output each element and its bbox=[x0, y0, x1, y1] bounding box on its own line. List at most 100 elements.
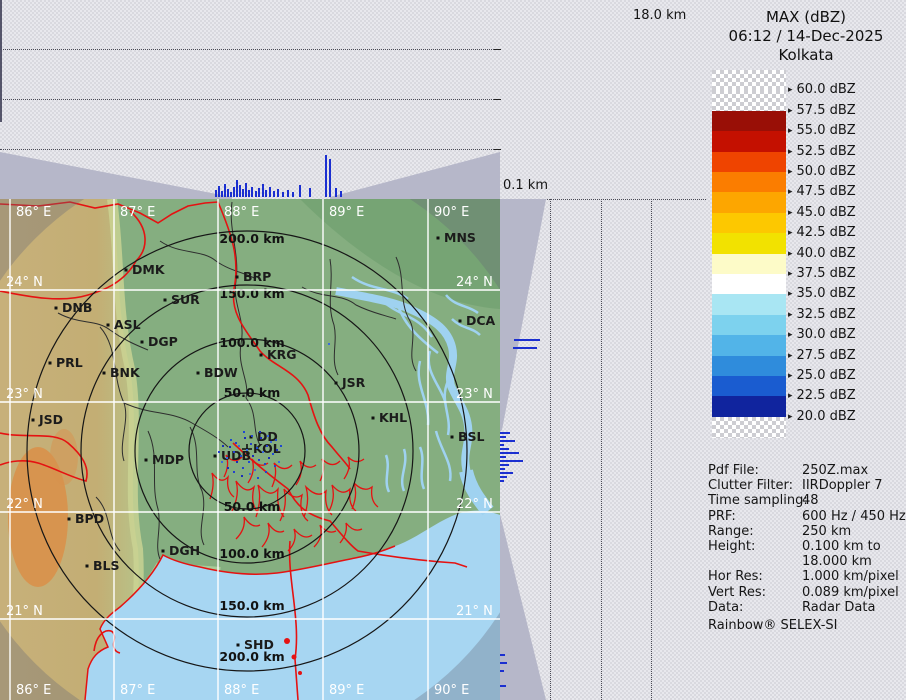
lon-label-bottom: 90° E bbox=[434, 683, 469, 698]
city-label: MNS bbox=[444, 230, 476, 245]
dbz-band bbox=[712, 335, 786, 356]
lat-label-left: 23° N bbox=[6, 387, 43, 402]
echo-dot bbox=[272, 453, 274, 455]
echo-dot bbox=[226, 457, 228, 459]
echo-dot bbox=[268, 457, 270, 459]
level-arrow-icon: ▸ bbox=[788, 269, 793, 279]
echo-dot bbox=[243, 431, 245, 433]
range-ring-label: 100.0 km bbox=[219, 546, 284, 561]
echo-dot bbox=[275, 439, 277, 441]
city-dot bbox=[141, 341, 144, 344]
city-dot bbox=[451, 436, 454, 439]
dbz-band bbox=[712, 294, 786, 315]
echo-dot bbox=[222, 445, 224, 447]
level-arrow-icon: ▸ bbox=[788, 85, 793, 95]
window-edge-artifact bbox=[0, 0, 2, 122]
city-label: BDW bbox=[204, 365, 238, 380]
dbz-band bbox=[712, 376, 786, 397]
software-brand: Rainbow® SELEX-SI bbox=[708, 618, 838, 633]
dbz-level-label: ▸60.0 dBZ bbox=[788, 82, 856, 97]
echo-dot bbox=[257, 477, 259, 479]
side-height-profile-panel bbox=[500, 199, 706, 700]
level-arrow-icon: ▸ bbox=[788, 289, 793, 299]
echo-dot bbox=[264, 463, 266, 465]
city-label: DGP bbox=[148, 334, 178, 349]
echo-dot bbox=[278, 461, 280, 463]
dbz-band bbox=[712, 356, 786, 377]
echo-dot bbox=[251, 435, 253, 437]
dbz-band bbox=[712, 233, 786, 254]
echo-dot bbox=[328, 343, 330, 345]
dbz-band bbox=[712, 70, 786, 91]
lat-label-left: 21° N bbox=[6, 604, 43, 619]
echo-dot bbox=[254, 469, 256, 471]
echo-dot bbox=[242, 467, 244, 469]
metadata-row: Vert Res:0.089 km/pixel bbox=[708, 585, 906, 600]
echo-dot bbox=[233, 471, 235, 473]
echo-dot bbox=[270, 441, 272, 443]
metadata-row: Data:Radar Data bbox=[708, 600, 906, 615]
lon-label-top: 89° E bbox=[329, 205, 364, 220]
city-dot bbox=[260, 354, 263, 357]
echo-dot bbox=[252, 455, 254, 457]
city-dot bbox=[237, 644, 240, 647]
city-dot bbox=[164, 299, 167, 302]
dbz-level-label: ▸47.5 dBZ bbox=[788, 184, 856, 199]
dbz-level-label: ▸20.0 dBZ bbox=[788, 409, 856, 424]
echo-dot bbox=[267, 435, 269, 437]
range-ring-label: 200.0 km bbox=[219, 231, 284, 246]
dbz-band bbox=[712, 111, 786, 132]
radar-map-canvas[interactable]: 50.0 km50.0 km100.0 km100.0 km150.0 km15… bbox=[0, 199, 500, 700]
echo-dot bbox=[249, 473, 251, 475]
dbz-band bbox=[712, 213, 786, 234]
top-height-profile-panel bbox=[0, 0, 500, 199]
city-label: KRG bbox=[267, 347, 297, 362]
height-axis-min-label: 0.1 km bbox=[503, 178, 548, 193]
lon-label-top: 90° E bbox=[434, 205, 469, 220]
echo-dot bbox=[236, 461, 238, 463]
city-label: DMK bbox=[132, 262, 166, 277]
level-arrow-icon: ▸ bbox=[788, 371, 793, 381]
echo-dot bbox=[227, 467, 229, 469]
city-dot bbox=[49, 362, 52, 365]
city-label: BNK bbox=[110, 365, 141, 380]
city-dot bbox=[459, 320, 462, 323]
city-label: SUR bbox=[171, 292, 200, 307]
city-label: BSL bbox=[458, 429, 485, 444]
echo-dot bbox=[256, 447, 258, 449]
lon-label-bottom: 86° E bbox=[16, 683, 51, 698]
city-label: KHL bbox=[379, 410, 407, 425]
dbz-band bbox=[712, 192, 786, 213]
product-name: MAX (dBZ) bbox=[706, 8, 906, 27]
city-label: JSR bbox=[341, 375, 366, 390]
city-dot bbox=[197, 372, 200, 375]
echo-dot bbox=[246, 449, 248, 451]
metadata-row: Range:250 km bbox=[708, 524, 906, 539]
dbz-level-label: ▸25.0 dBZ bbox=[788, 368, 856, 383]
echo-dot bbox=[274, 465, 276, 467]
city-dot bbox=[236, 276, 239, 279]
echo-dot bbox=[233, 451, 235, 453]
lon-label-bottom: 89° E bbox=[329, 683, 364, 698]
dbz-level-label: ▸57.5 dBZ bbox=[788, 103, 856, 118]
level-arrow-icon: ▸ bbox=[788, 249, 793, 259]
level-arrow-icon: ▸ bbox=[788, 351, 793, 361]
city-dot bbox=[55, 307, 58, 310]
beam-blockage-wedge-left bbox=[0, 152, 232, 199]
echo-height-spikes bbox=[215, 155, 342, 197]
metadata-row: 18.000 km bbox=[708, 554, 906, 569]
radar-site-name: Kolkata bbox=[706, 46, 906, 65]
lon-label-top: 88° E bbox=[224, 205, 259, 220]
dbz-band bbox=[712, 315, 786, 336]
range-ring-label: 150.0 km bbox=[219, 286, 284, 301]
level-arrow-icon: ▸ bbox=[788, 228, 793, 238]
echo-dot bbox=[276, 449, 278, 451]
metadata-row: Time sampling:48 bbox=[708, 493, 906, 508]
level-arrow-icon: ▸ bbox=[788, 126, 793, 136]
dbz-band bbox=[712, 90, 786, 111]
level-arrow-icon: ▸ bbox=[788, 187, 793, 197]
echo-dot bbox=[238, 445, 240, 447]
echo-dot bbox=[244, 437, 246, 439]
echo-dot bbox=[260, 437, 262, 439]
city-label: DCA bbox=[466, 313, 496, 328]
